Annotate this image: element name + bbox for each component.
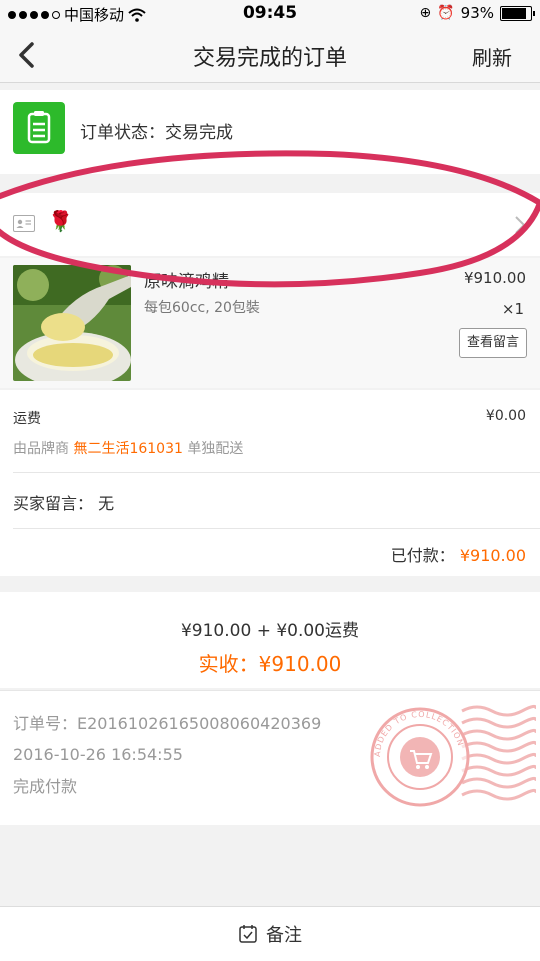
shipping-value: ¥0.00 [485, 408, 526, 424]
paid-label: 已付款： [390, 546, 455, 565]
buyer-message: 买家留言： 无 [13, 494, 115, 513]
view-message-button[interactable]: 查看留言 [459, 328, 527, 358]
order-state: 完成付款 [13, 777, 78, 796]
status-bar: 中国移动 09:45 ⊕ ⏰ 93% [0, 0, 540, 28]
brand-suffix: 单独配送 [187, 441, 244, 457]
paid-line: 已付款： ¥910.00 [391, 542, 526, 566]
order-time: 2016-10-26 16:54:55 [13, 745, 183, 764]
bottom-bar: 备注 [0, 906, 540, 961]
clipboard-icon [13, 102, 65, 154]
divider [13, 472, 540, 473]
shop-row[interactable]: 🌹 [0, 193, 540, 256]
battery-text: 93% [460, 4, 494, 22]
shop-avatar: 🌹 [48, 209, 73, 233]
battery-icon [500, 5, 535, 21]
note-button[interactable]: 备注 [0, 921, 540, 947]
summary-line: ¥910.00 + ¥0.00运费 [180, 621, 360, 641]
order-number: 订单号：E20161026165008060420369 [13, 714, 322, 733]
real-received: 实收：¥910.00 [0, 648, 540, 677]
lock-rotation-icon: ⊕ [419, 5, 432, 21]
paid-amount: ¥910.00 [459, 546, 526, 565]
note-label: 备注 [266, 925, 302, 946]
product-item[interactable]: 原味滴鸡精 每包60cc, 20包裝 ¥910.00 ×1 查看留言 [0, 258, 540, 388]
order-details: 运费 ¥0.00 由品牌商 無二生活161031 单独配送 买家留言： 无 已付… [0, 390, 540, 576]
real-label: 实收： [198, 652, 259, 676]
collection-stamp: ADDED TO COLLECTION [370, 704, 536, 807]
product-thumbnail [13, 265, 131, 381]
product-price: ¥910.00 [463, 269, 526, 287]
page-title: 交易完成的订单 [192, 46, 347, 71]
battery-group: ⊕ ⏰ 93% [419, 4, 535, 22]
calendar-check-icon [239, 925, 257, 943]
real-amount: ¥910.00 [258, 652, 342, 676]
order-info: 订单号：E20161026165008060420369 2016-10-26 … [0, 690, 540, 825]
product-quantity: ×1 [501, 300, 524, 318]
order-status-panel: 订单状态：交易完成 [0, 90, 540, 174]
brand-prefix: 由品牌商 [13, 441, 69, 457]
divider [13, 528, 540, 529]
shipping-brand-line: 由品牌商 無二生活161031 单独配送 [13, 438, 243, 458]
chevron-right-icon [515, 216, 526, 234]
nav-bar: 交易完成的订单 刷新 [0, 28, 540, 83]
payment-summary: ¥910.00 + ¥0.00运费 实收：¥910.00 [0, 592, 540, 688]
product-spec: 每包60cc, 20包裝 [144, 300, 260, 316]
brand-name[interactable]: 無二生活161031 [73, 441, 182, 457]
alarm-icon: ⏰ [437, 5, 455, 21]
id-card-icon [13, 215, 35, 232]
product-name: 原味滴鸡精 [144, 272, 229, 292]
order-status-text: 订单状态：交易完成 [80, 123, 233, 143]
shipping-label: 运费 [13, 411, 41, 427]
refresh-button[interactable]: 刷新 [472, 42, 512, 71]
